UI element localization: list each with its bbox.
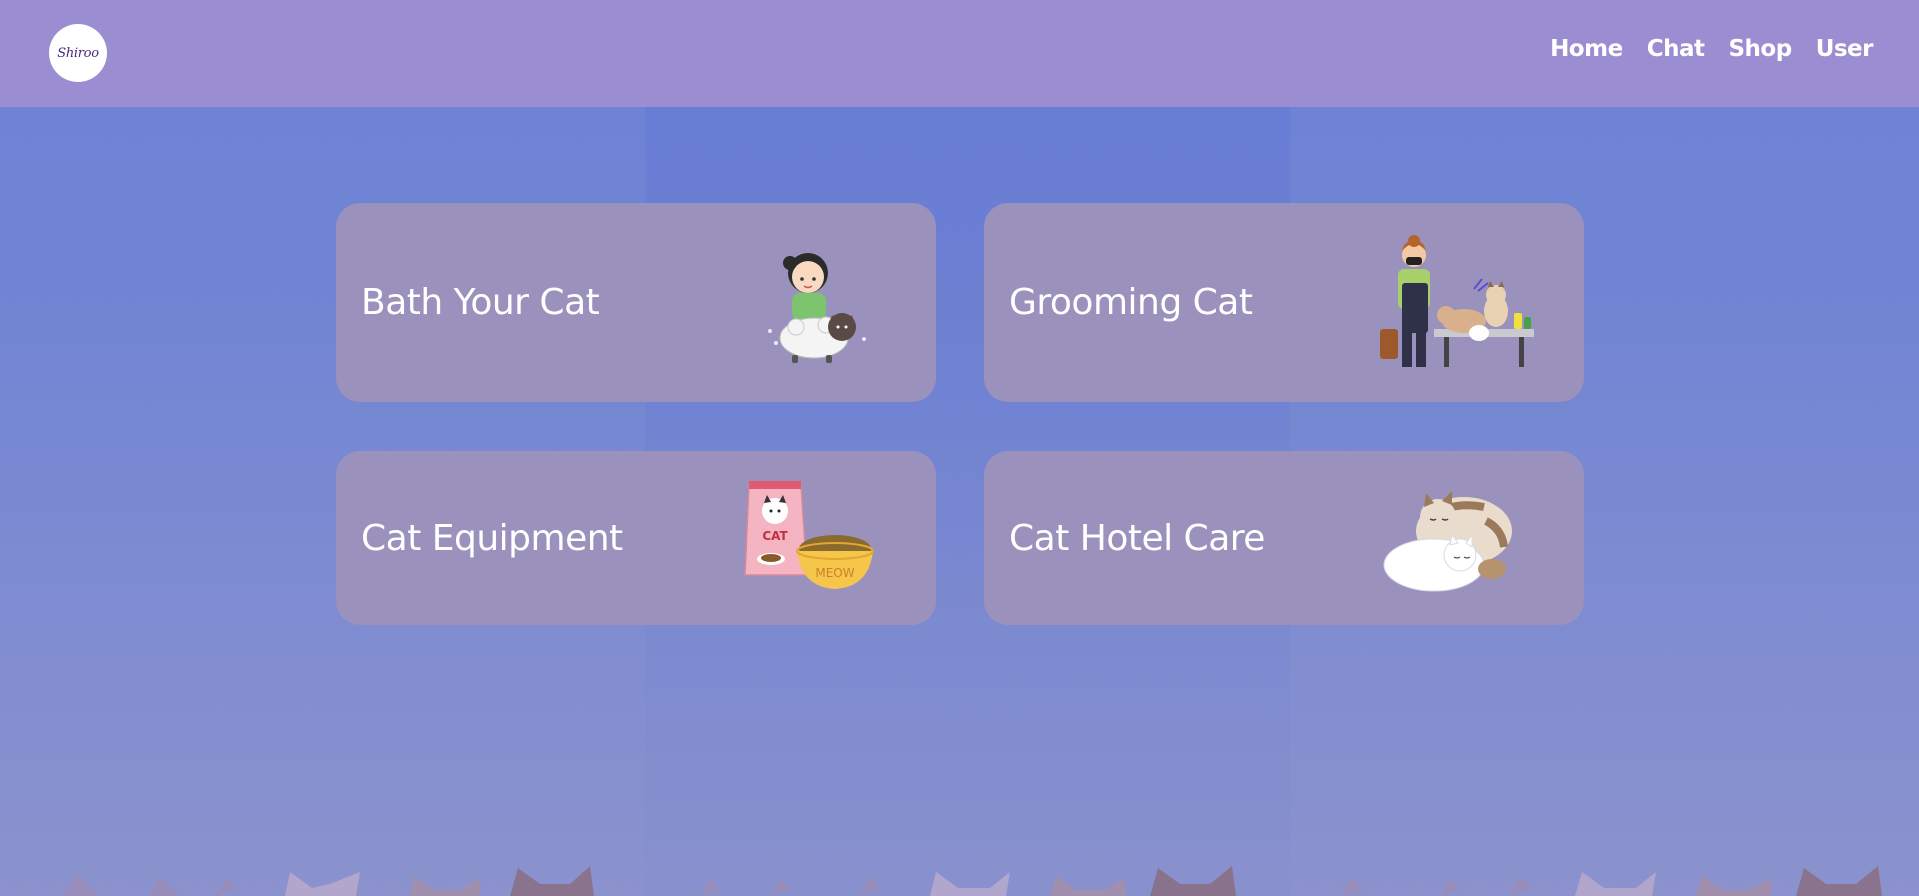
cat-bag-label: CAT [762, 529, 788, 543]
service-card-title: Cat Equipment [361, 517, 623, 559]
service-card-equipment[interactable]: Cat Equipment CAT MEOW [336, 451, 936, 625]
service-card-bath[interactable]: Bath Your Cat [336, 203, 936, 402]
sleeping-cats-illustration [1383, 491, 1512, 592]
cat-food-bag-and-bowl-illustration: CAT MEOW [744, 481, 874, 589]
logo-text: Shiroo [57, 45, 99, 61]
service-card-title: Grooming Cat [1009, 282, 1253, 323]
cat-heads-decoration [60, 866, 1882, 896]
top-navbar: Shiroo Home Chat Shop User [0, 0, 1919, 107]
service-card-title: Cat Hotel Care [1009, 517, 1265, 559]
groomer-with-cats-illustration [1380, 235, 1534, 367]
logo[interactable]: Shiroo [49, 24, 107, 82]
nav-home-link[interactable]: Home [1550, 36, 1623, 62]
main-nav: Home Chat Shop User [1550, 36, 1873, 62]
nav-shop-link[interactable]: Shop [1728, 36, 1792, 62]
girl-bathing-cat-illustration [768, 253, 866, 363]
service-card-title: Bath Your Cat [361, 282, 600, 323]
nav-chat-link[interactable]: Chat [1647, 36, 1705, 62]
cat-bowl-label: MEOW [815, 566, 854, 580]
nav-user-link[interactable]: User [1816, 36, 1874, 62]
service-card-grooming[interactable]: Grooming Cat [984, 203, 1584, 402]
service-card-hotel[interactable]: Cat Hotel Care [984, 451, 1584, 625]
